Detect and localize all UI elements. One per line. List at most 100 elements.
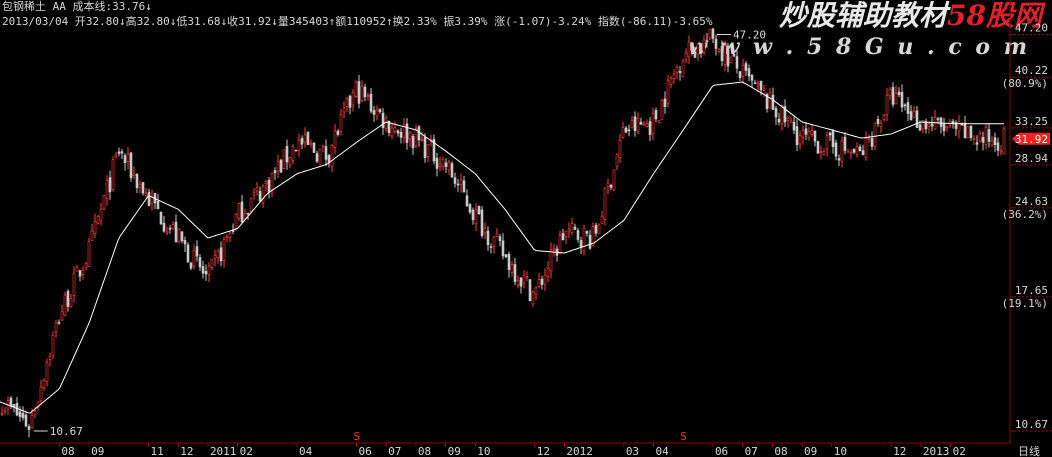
candle-body [789, 120, 793, 123]
candle-body [825, 135, 829, 150]
candle-body [1002, 128, 1006, 155]
candlestick-chart[interactable]: 47.20 40.22 33.25 28.94 24.63 17.65 10.67 (80.9… [0, 0, 1052, 457]
candle-body [792, 121, 796, 131]
candle-body [297, 139, 301, 151]
candle-body [816, 141, 820, 154]
candle-body [162, 222, 166, 232]
candle-body [708, 28, 712, 39]
candle-body [390, 127, 394, 137]
candle-body [243, 213, 247, 219]
candle-body [540, 278, 544, 285]
candle-body [774, 107, 778, 118]
x-tick-label: 12 [537, 445, 550, 457]
candle-body [522, 275, 526, 284]
candle-body [15, 403, 19, 416]
candle-body [930, 123, 934, 127]
candle-body [945, 126, 949, 129]
candle-body [519, 277, 523, 287]
candle-body [342, 107, 346, 113]
candle-body [702, 39, 706, 53]
candle-body [198, 257, 202, 268]
candle-body [594, 224, 598, 234]
candle-body [723, 45, 727, 65]
candle-body [819, 150, 823, 154]
candle-body [375, 109, 379, 117]
candle-body [357, 81, 361, 104]
candle-body [102, 195, 106, 210]
candle-body [588, 234, 592, 249]
candle-body [330, 145, 334, 167]
candle-body [471, 209, 475, 220]
x-tick-label: 2011 [210, 445, 237, 457]
candle-body [927, 123, 931, 127]
candle-body [684, 52, 688, 60]
candle-body [186, 244, 190, 263]
candle-body [216, 250, 220, 259]
candle-body [72, 272, 76, 296]
candle-body [396, 130, 400, 134]
candle-body [78, 270, 82, 277]
candle-body [9, 397, 13, 407]
candle-body [3, 410, 7, 413]
candle-body [861, 150, 865, 155]
candle-body [846, 151, 850, 153]
y-tick-label: 10.67 [1015, 418, 1048, 431]
candle-body [612, 169, 616, 191]
candle-body [849, 152, 853, 154]
candle-body [717, 49, 721, 52]
candle-body [294, 149, 298, 152]
x-tick-label: 09 [448, 445, 461, 457]
candle-body [123, 155, 127, 164]
candle-body [591, 226, 595, 246]
candle-body [744, 63, 748, 71]
candle-body [117, 151, 121, 154]
candle-body [951, 120, 955, 124]
candle-body [549, 249, 553, 272]
candle-body [270, 172, 274, 190]
candle-body [597, 224, 601, 235]
candle-body [24, 414, 28, 427]
candle-body [222, 239, 226, 262]
candle-body [360, 86, 364, 101]
candle-body [552, 248, 556, 251]
candle-body [762, 90, 766, 95]
candle-body [63, 294, 67, 316]
period-label: 日线 [1018, 444, 1040, 457]
candle-body [195, 246, 199, 257]
candle-body [45, 362, 49, 382]
candle-body [603, 187, 607, 220]
candle-body [450, 163, 454, 178]
candle-body [303, 134, 307, 143]
candle-body [189, 262, 193, 269]
candle-body [543, 274, 547, 285]
candle-body [828, 132, 832, 136]
candle-body [639, 121, 643, 125]
candle-body [573, 226, 577, 230]
candle-body [558, 235, 562, 255]
candle-body [93, 221, 97, 234]
candle-body [993, 137, 997, 146]
x-tick-label: 09 [804, 445, 817, 457]
candle-body [369, 93, 373, 112]
y-tick-label: 33.25 [1015, 115, 1048, 128]
y-tick-label: 17.65 [1015, 284, 1048, 297]
candle-body [939, 117, 943, 127]
candle-body [339, 114, 343, 132]
candle-body [996, 142, 1000, 151]
candle-body [510, 264, 514, 273]
candle-body [852, 149, 856, 153]
x-tick-label: 09 [91, 445, 104, 457]
candle-body [609, 184, 613, 188]
x-tick-label: 11 [151, 445, 164, 457]
candle-body [942, 123, 946, 132]
candle-body [465, 195, 469, 207]
candle-body [315, 153, 319, 162]
x-tick-label: 2013 [923, 445, 950, 457]
candle-body [813, 130, 817, 142]
annotation-label-low: 10.67 [50, 425, 83, 438]
candle-body [285, 146, 289, 163]
candle-body [381, 112, 385, 129]
candle-body [873, 122, 877, 147]
signal-marker: S [680, 430, 687, 443]
candle-body [405, 123, 409, 143]
